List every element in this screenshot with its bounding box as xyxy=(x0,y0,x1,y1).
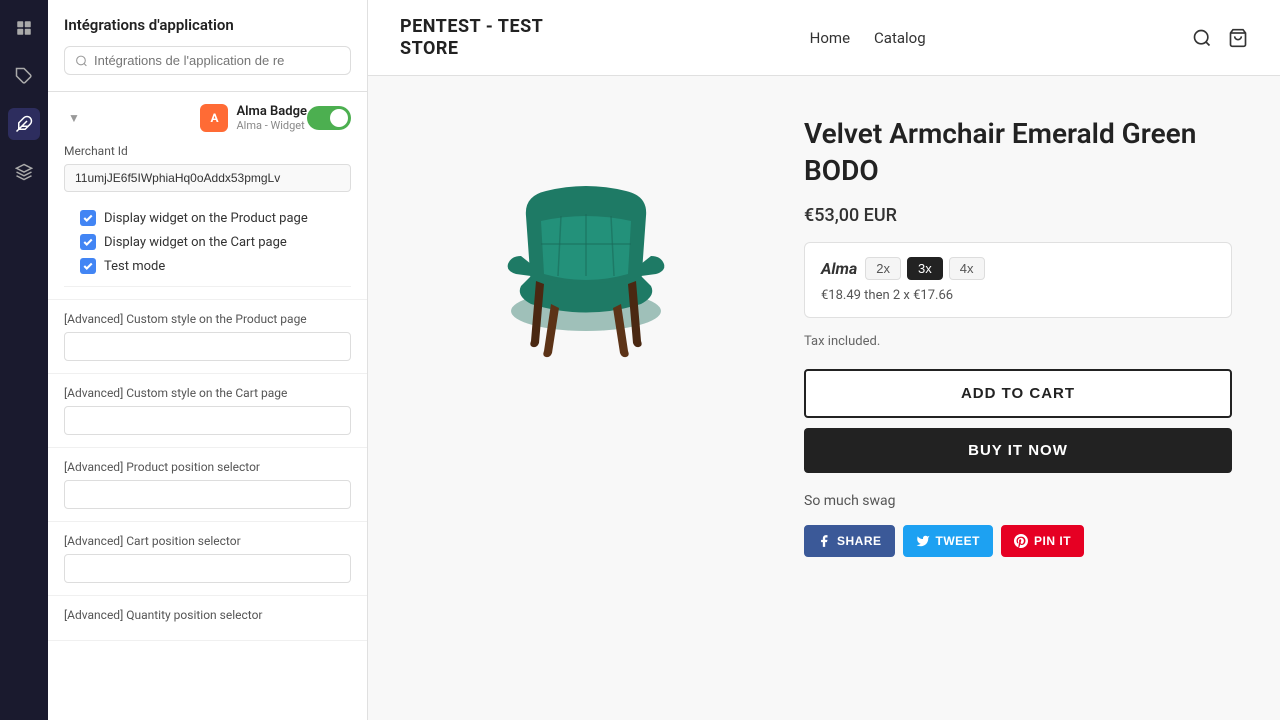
alma-widget: Alma 2x 3x 4x €18.49 then 2 x €17.66 xyxy=(804,242,1232,318)
nav-home[interactable]: Home xyxy=(810,29,850,47)
buy-now-button[interactable]: BUY IT NOW xyxy=(804,428,1232,473)
advanced-quantity-position-label: [Advanced] Quantity position selector xyxy=(64,608,351,622)
checkbox-product-page-icon xyxy=(80,210,96,226)
alma-widget-header: Alma 2x 3x 4x xyxy=(821,257,1215,280)
search-input[interactable] xyxy=(94,53,340,68)
twitter-label: TWEET xyxy=(936,534,981,548)
checkbox-product-page-label: Display widget on the Product page xyxy=(104,211,308,226)
integration-toggle[interactable] xyxy=(307,106,351,130)
nav-catalog[interactable]: Catalog xyxy=(874,29,926,47)
content-area: PENTEST - TEST STORE Home Catalog xyxy=(368,0,1280,720)
checkbox-cart-page[interactable]: Display widget on the Cart page xyxy=(80,234,335,250)
merchant-id-section: Merchant Id xyxy=(64,144,351,192)
product-description: So much swag xyxy=(804,493,1232,509)
nav-home-icon[interactable] xyxy=(8,12,40,44)
checkbox-cart-page-label: Display widget on the Cart page xyxy=(104,235,287,250)
integration-info: A Alma Badge Alma - Widget xyxy=(200,104,307,132)
integration-item: ▼ A Alma Badge Alma - Widget Merchant Id xyxy=(48,92,367,300)
twitter-share-button[interactable]: TWEET xyxy=(903,525,994,557)
search-icon xyxy=(75,54,88,68)
merchant-id-input[interactable] xyxy=(64,164,351,192)
nav-layers-icon[interactable] xyxy=(8,156,40,188)
checkbox-test-mode-label: Test mode xyxy=(104,259,165,274)
product-details: Velvet Armchair Emerald Green BODO €53,0… xyxy=(804,116,1232,557)
chair-svg xyxy=(466,156,706,396)
advanced-product-position-section: [Advanced] Product position selector xyxy=(48,448,367,522)
advanced-cart-position-input[interactable] xyxy=(64,554,351,583)
advanced-cart-style-input[interactable] xyxy=(64,406,351,435)
product-image xyxy=(446,136,726,416)
nav-puzzle-icon[interactable] xyxy=(8,108,40,140)
advanced-quantity-position-section: [Advanced] Quantity position selector xyxy=(48,596,367,641)
advanced-product-style-input[interactable] xyxy=(64,332,351,361)
search-icon xyxy=(1192,28,1212,48)
expand-arrow[interactable]: ▼ xyxy=(68,111,80,125)
checkbox-test-mode[interactable]: Test mode xyxy=(80,258,335,274)
store-nav: PENTEST - TEST STORE Home Catalog xyxy=(368,0,1280,76)
facebook-icon xyxy=(817,534,831,548)
alma-logo: Alma xyxy=(821,259,857,278)
product-image-container xyxy=(416,116,756,436)
checkbox-test-mode-icon xyxy=(80,258,96,274)
sidebar-title: Intégrations d'application xyxy=(64,16,351,34)
integration-text: Alma Badge Alma - Widget xyxy=(236,104,307,132)
store-logo: PENTEST - TEST STORE xyxy=(400,16,543,59)
alma-2x[interactable]: 2x xyxy=(865,257,901,280)
product-area: Velvet Armchair Emerald Green BODO €53,0… xyxy=(368,76,1280,597)
checkbox-product-page[interactable]: Display widget on the Product page xyxy=(80,210,335,226)
integration-name: Alma Badge xyxy=(236,104,307,119)
advanced-product-style-section: [Advanced] Custom style on the Product p… xyxy=(48,300,367,374)
alma-price-info: €18.49 then 2 x €17.66 xyxy=(821,288,1215,303)
twitter-icon xyxy=(916,534,930,548)
icon-nav xyxy=(0,0,48,720)
merchant-id-label: Merchant Id xyxy=(64,144,351,158)
product-title: Velvet Armchair Emerald Green BODO xyxy=(804,116,1232,189)
pinterest-icon xyxy=(1014,534,1028,548)
toggle-slider xyxy=(307,106,351,130)
integration-sub: Alma - Widget xyxy=(236,119,307,132)
integration-icon: A xyxy=(200,104,228,132)
facebook-share-button[interactable]: SHARE xyxy=(804,525,895,557)
checkbox-cart-page-icon xyxy=(80,234,96,250)
product-price: €53,00 EUR xyxy=(804,205,1232,226)
sidebar-header: Intégrations d'application xyxy=(48,0,367,92)
nav-links: Home Catalog xyxy=(810,29,926,47)
advanced-product-position-input[interactable] xyxy=(64,480,351,509)
alma-options: 2x 3x 4x xyxy=(865,257,984,280)
cart-icon xyxy=(1228,28,1248,48)
alma-4x[interactable]: 4x xyxy=(949,257,985,280)
pinterest-label: PIN IT xyxy=(1034,534,1071,548)
sidebar-search-container xyxy=(64,46,351,75)
sidebar: Intégrations d'application ▼ A Alma Badg… xyxy=(48,0,368,720)
advanced-cart-style-section: [Advanced] Custom style on the Cart page xyxy=(48,374,367,448)
advanced-cart-position-section: [Advanced] Cart position selector xyxy=(48,522,367,596)
cart-button[interactable] xyxy=(1228,28,1248,48)
advanced-cart-position-label: [Advanced] Cart position selector xyxy=(64,534,351,548)
checkboxes-section: Display widget on the Product page Displ… xyxy=(64,202,351,287)
pinterest-share-button[interactable]: PIN IT xyxy=(1001,525,1084,557)
facebook-label: SHARE xyxy=(837,534,882,548)
search-button[interactable] xyxy=(1192,28,1212,48)
advanced-product-style-label: [Advanced] Custom style on the Product p… xyxy=(64,312,351,326)
alma-3x[interactable]: 3x xyxy=(907,257,943,280)
advanced-product-position-label: [Advanced] Product position selector xyxy=(64,460,351,474)
nav-tag-icon[interactable] xyxy=(8,60,40,92)
advanced-cart-style-label: [Advanced] Custom style on the Cart page xyxy=(64,386,351,400)
integration-header: ▼ A Alma Badge Alma - Widget xyxy=(64,104,351,132)
add-to-cart-button[interactable]: ADD TO CART xyxy=(804,369,1232,418)
nav-icons xyxy=(1192,28,1248,48)
social-share: SHARE TWEET PIN IT xyxy=(804,525,1232,557)
tax-info: Tax included. xyxy=(804,334,1232,349)
